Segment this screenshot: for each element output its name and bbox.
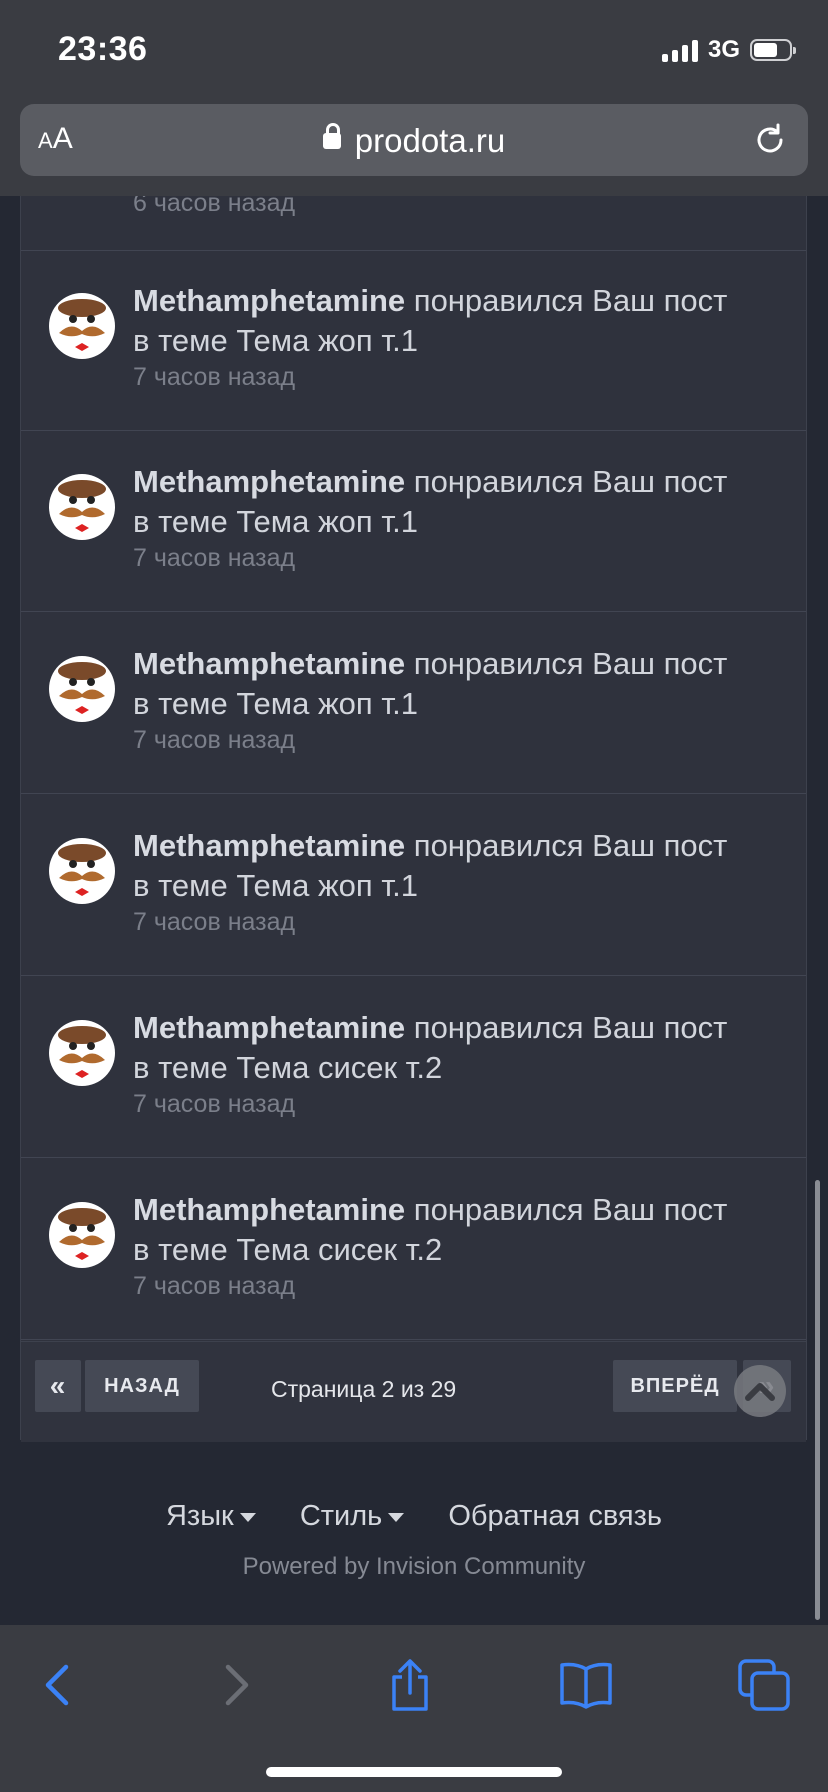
status-indicators: 3G <box>661 34 796 66</box>
topic-link[interactable]: в теме Тема жоп т.1 <box>133 504 418 539</box>
notification-item[interactable]: Methamphetamine понравился Ваш пост в тем… <box>21 796 806 976</box>
footer-links: Язык Стиль Обратная связь <box>0 1500 828 1533</box>
scroll-to-top-button[interactable] <box>734 1365 786 1417</box>
notification-item[interactable]: Methamphetamine понравился Ваш пост в тем… <box>21 1160 806 1340</box>
avatar <box>49 1020 115 1086</box>
notification-item[interactable]: Methamphetamine понравился Ваш пост в тем… <box>21 251 806 431</box>
status-time: 23:36 <box>58 30 148 68</box>
tabs-icon[interactable] <box>734 1655 794 1715</box>
time-ago: 7 часов назад <box>133 1272 296 1300</box>
avatar <box>49 656 115 722</box>
notification-text: Methamphetamine понравился Ваш пост в тем… <box>133 283 728 358</box>
notification-text: Methamphetamine понравился Ваш пост в тем… <box>133 1192 728 1267</box>
topic-link[interactable]: в теме Тема жоп т.1 <box>133 686 418 721</box>
topic-link[interactable]: в теме Тема жоп т.1 <box>133 323 418 358</box>
topic-link[interactable]: в теме Тема сисек т.2 <box>133 1050 442 1085</box>
time-ago: 7 часов назад <box>133 1090 296 1118</box>
avatar <box>49 293 115 359</box>
username[interactable]: Methamphetamine <box>133 1010 405 1045</box>
caret-down-icon <box>388 1512 405 1522</box>
address-bar[interactable]: AA prodota.ru <box>20 104 808 176</box>
avatar <box>49 1202 115 1268</box>
topic-link[interactable]: в теме Тема жоп т.1 <box>133 868 418 903</box>
topic-link[interactable]: в теме Тема сисек т.2 <box>133 1232 442 1267</box>
notification-text: Methamphetamine понравился Ваш пост в тем… <box>133 828 728 903</box>
time-ago: 7 часов назад <box>133 363 296 391</box>
avatar <box>49 838 115 904</box>
notification-text: Methamphetamine понравился Ваш пост в тем… <box>133 646 728 721</box>
notification-text: Methamphetamine понравился Ваш пост в тем… <box>133 464 728 539</box>
share-icon[interactable] <box>380 1655 440 1715</box>
url-display[interactable]: prodota.ru <box>20 122 808 160</box>
username[interactable]: Methamphetamine <box>133 828 405 863</box>
back-icon[interactable] <box>28 1655 88 1715</box>
bookmarks-icon[interactable] <box>556 1655 616 1715</box>
notification-item[interactable]: Methamphetamine понравился Ваш пост в тем… <box>21 614 806 794</box>
browser-top-chrome: 23:36 3G AA prodota.ru <box>0 0 828 196</box>
signal-icon <box>661 38 698 62</box>
username[interactable]: Methamphetamine <box>133 646 405 681</box>
url-text: prodota.ru <box>354 122 506 159</box>
style-menu[interactable]: Стиль <box>300 1500 405 1532</box>
first-page-button[interactable]: « <box>35 1360 81 1412</box>
lock-icon <box>322 123 341 150</box>
page-info: Страница 2 из 29 <box>271 1376 457 1402</box>
reload-icon[interactable] <box>750 120 790 160</box>
prev-page-button[interactable]: НАЗАД <box>85 1360 199 1412</box>
notification-item[interactable]: Methamphetamine понравился Ваш пост в тем… <box>21 432 806 612</box>
time-ago: 7 часов назад <box>133 908 296 936</box>
avatar <box>49 474 115 540</box>
next-page-button[interactable]: ВПЕРЁД <box>613 1360 737 1412</box>
battery-icon <box>750 39 796 61</box>
powered-by-link[interactable]: Powered by Invision Community <box>0 1553 828 1581</box>
network-type: 3G <box>707 36 740 63</box>
username[interactable]: Methamphetamine <box>133 1192 405 1227</box>
forward-icon[interactable] <box>206 1655 266 1715</box>
caret-down-icon <box>239 1512 256 1522</box>
pagination: « НАЗАД Страница 2 из 29 ВПЕРЁД » <box>21 1341 806 1442</box>
page-scrollbar[interactable] <box>815 1180 820 1620</box>
username[interactable]: Methamphetamine <box>133 283 405 318</box>
notification-item[interactable]: Methamphetamine понравился Ваш пост в тем… <box>21 978 806 1158</box>
notification-text: Methamphetamine понравился Ваш пост в тем… <box>133 1010 728 1085</box>
time-ago: 7 часов назад <box>133 726 296 754</box>
chevron-up-icon <box>745 1383 775 1401</box>
home-indicator[interactable] <box>266 1767 562 1777</box>
notifications-panel: 6 часов назад Methamphetamine понравился… <box>20 150 807 1442</box>
time-ago: 7 часов назад <box>133 544 296 572</box>
feedback-link[interactable]: Обратная связь <box>448 1500 662 1532</box>
language-menu[interactable]: Язык <box>166 1500 256 1532</box>
username[interactable]: Methamphetamine <box>133 464 405 499</box>
